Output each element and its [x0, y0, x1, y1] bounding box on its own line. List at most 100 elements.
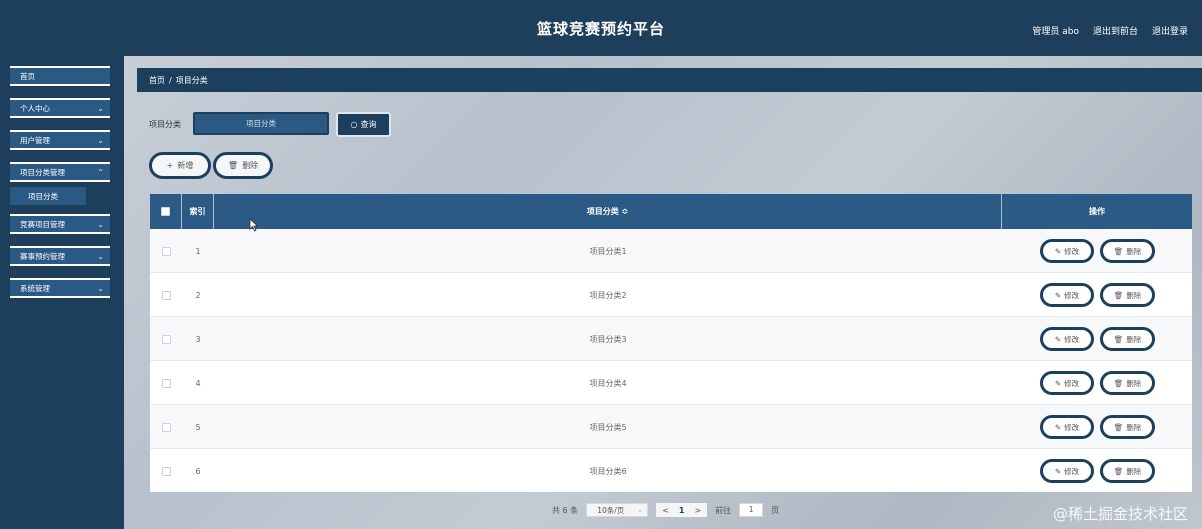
breadcrumb-separator: /	[169, 75, 172, 85]
edit-button[interactable]: ✎ 修改	[1040, 459, 1094, 483]
select-all-checkbox[interactable]	[161, 207, 170, 216]
sidebar-item-personal-center[interactable]: 个人中心 ⌄	[10, 98, 110, 118]
sidebar-item-booking-management[interactable]: 赛事预约管理 ⌄	[10, 246, 110, 266]
sidebar: 首页 个人中心 ⌄ 用户管理 ⌄ 项目分类管理 ⌃ 项目分类 竞赛项目管理 ⌄ …	[0, 56, 124, 529]
watermark: @稀土掘金技术社区	[1052, 505, 1188, 523]
sidebar-item-category-management[interactable]: 项目分类管理 ⌃	[10, 162, 110, 182]
main-content: 首页 / 项目分类 项目分类 项目分类 ○ 查询 + 新增 🗑 删除 索引 项目…	[124, 56, 1202, 529]
edit-icon: ✎	[1054, 246, 1062, 256]
row-checkbox[interactable]	[161, 466, 171, 476]
breadcrumb-home[interactable]: 首页	[149, 75, 165, 86]
edit-icon: ✎	[1054, 378, 1062, 388]
row-index: 1	[195, 246, 201, 256]
logout-link[interactable]: 退出登录	[1152, 24, 1188, 37]
row-checkbox[interactable]	[161, 246, 171, 256]
page-size-value: 10条/页	[597, 505, 625, 515]
breadcrumb: 首页 / 项目分类	[137, 68, 1202, 92]
sidebar-item-system-management[interactable]: 系统管理 ⌄	[10, 278, 110, 298]
table-row: 3 项目分类3 ✎ 修改 🗑 删除	[150, 317, 1192, 361]
batch-delete-button[interactable]: 🗑 删除	[213, 152, 273, 179]
query-label: 查询	[360, 120, 377, 129]
header-links: 管理员 abo 退出到前台 退出登录	[1032, 24, 1188, 37]
delete-button[interactable]: 🗑 删除	[1100, 459, 1155, 483]
page-size-select[interactable]: 10条/页 ⌄	[586, 503, 649, 517]
table-row: 1 项目分类1 ✎ 修改 🗑 删除	[150, 229, 1192, 273]
trash-icon: 🗑	[227, 161, 239, 170]
row-checkbox[interactable]	[161, 422, 171, 432]
table-row: 5 项目分类5 ✎ 修改 🗑 删除	[150, 405, 1192, 449]
edit-button[interactable]: ✎ 修改	[1040, 415, 1094, 439]
next-page-button[interactable]: >	[694, 506, 701, 515]
row-index: 2	[195, 290, 201, 300]
delete-button[interactable]: 🗑 删除	[1100, 371, 1155, 395]
delete-label: 删除	[1126, 378, 1142, 388]
row-category: 项目分类3	[589, 334, 627, 344]
row-checkbox[interactable]	[161, 334, 171, 344]
app-title: 篮球竞赛预约平台	[536, 20, 665, 38]
delete-button[interactable]: 🗑 删除	[1100, 415, 1155, 439]
search-input[interactable]: 项目分类	[193, 112, 329, 135]
query-button[interactable]: ○ 查询	[336, 112, 391, 137]
edit-icon: ✎	[1054, 290, 1062, 300]
edit-label: 修改	[1064, 466, 1080, 476]
sidebar-item-label: 系统管理	[20, 283, 50, 293]
goto-page-input[interactable]: 1	[739, 503, 764, 517]
table-row: 6 项目分类6 ✎ 修改 🗑 删除	[150, 449, 1192, 493]
pagination: 共 6 条 10条/页 ⌄ < 1 > 前往 1 页	[552, 502, 779, 518]
chevron-down-icon: ⌄	[97, 136, 104, 145]
row-index: 3	[195, 334, 201, 344]
sidebar-item-home[interactable]: 首页	[10, 66, 110, 86]
edit-button[interactable]: ✎ 修改	[1040, 327, 1094, 351]
edit-label: 修改	[1064, 422, 1080, 432]
row-checkbox[interactable]	[161, 290, 171, 300]
trash-icon: 🗑	[1113, 466, 1124, 476]
sidebar-item-label: 竞赛项目管理	[20, 219, 65, 229]
edit-label: 修改	[1064, 246, 1080, 256]
sidebar-item-label: 首页	[20, 71, 35, 81]
delete-label: 删除	[1126, 466, 1142, 476]
delete-label: 删除	[242, 161, 259, 170]
search-icon: ○	[350, 120, 358, 129]
edit-button[interactable]: ✎ 修改	[1040, 239, 1094, 263]
sidebar-item-label: 用户管理	[20, 135, 50, 145]
edit-icon: ✎	[1054, 422, 1062, 432]
row-category: 项目分类6	[589, 466, 627, 476]
trash-icon: 🗑	[1113, 378, 1124, 388]
add-button[interactable]: + 新增	[149, 152, 211, 179]
delete-label: 删除	[1126, 246, 1142, 256]
edit-icon: ✎	[1054, 466, 1062, 476]
edit-button[interactable]: ✎ 修改	[1040, 371, 1094, 395]
total-count: 共 6 条	[552, 505, 579, 515]
edit-label: 修改	[1064, 334, 1080, 344]
sidebar-item-label: 个人中心	[20, 103, 50, 113]
trash-icon: 🗑	[1113, 246, 1124, 256]
chevron-down-icon: ⌄	[636, 505, 644, 514]
delete-button[interactable]: 🗑 删除	[1100, 327, 1155, 351]
chevron-down-icon: ⌄	[97, 284, 104, 293]
column-header-category[interactable]: 项目分类 ≎	[214, 194, 1002, 229]
delete-button[interactable]: 🗑 删除	[1100, 283, 1155, 307]
row-index: 5	[195, 422, 201, 432]
sidebar-item-label: 项目分类	[28, 191, 58, 201]
table-row: 4 项目分类4 ✎ 修改 🗑 删除	[150, 361, 1192, 405]
chevron-up-icon: ⌃	[97, 168, 104, 177]
edit-button[interactable]: ✎ 修改	[1040, 283, 1094, 307]
chevron-down-icon: ⌄	[97, 104, 104, 113]
row-checkbox[interactable]	[161, 378, 171, 388]
table-row: 2 项目分类2 ✎ 修改 🗑 删除	[150, 273, 1192, 317]
sidebar-subitem-category[interactable]: 项目分类	[10, 187, 86, 205]
sidebar-item-label: 项目分类管理	[20, 167, 65, 177]
column-header-index: 索引	[182, 194, 214, 229]
row-category: 项目分类4	[589, 378, 627, 388]
current-page[interactable]: 1	[679, 506, 685, 515]
add-label: 新增	[177, 161, 194, 170]
select-all-cell	[150, 194, 182, 229]
prev-page-button[interactable]: <	[662, 506, 669, 515]
sidebar-item-user-management[interactable]: 用户管理 ⌄	[10, 130, 110, 150]
sidebar-item-competition-management[interactable]: 竞赛项目管理 ⌄	[10, 214, 110, 234]
admin-label: 管理员 abo	[1032, 27, 1079, 37]
search-label: 项目分类	[149, 120, 181, 129]
delete-button[interactable]: 🗑 删除	[1100, 239, 1155, 263]
chevron-down-icon: ⌄	[97, 252, 104, 261]
exit-to-front-link[interactable]: 退出到前台	[1093, 24, 1138, 37]
